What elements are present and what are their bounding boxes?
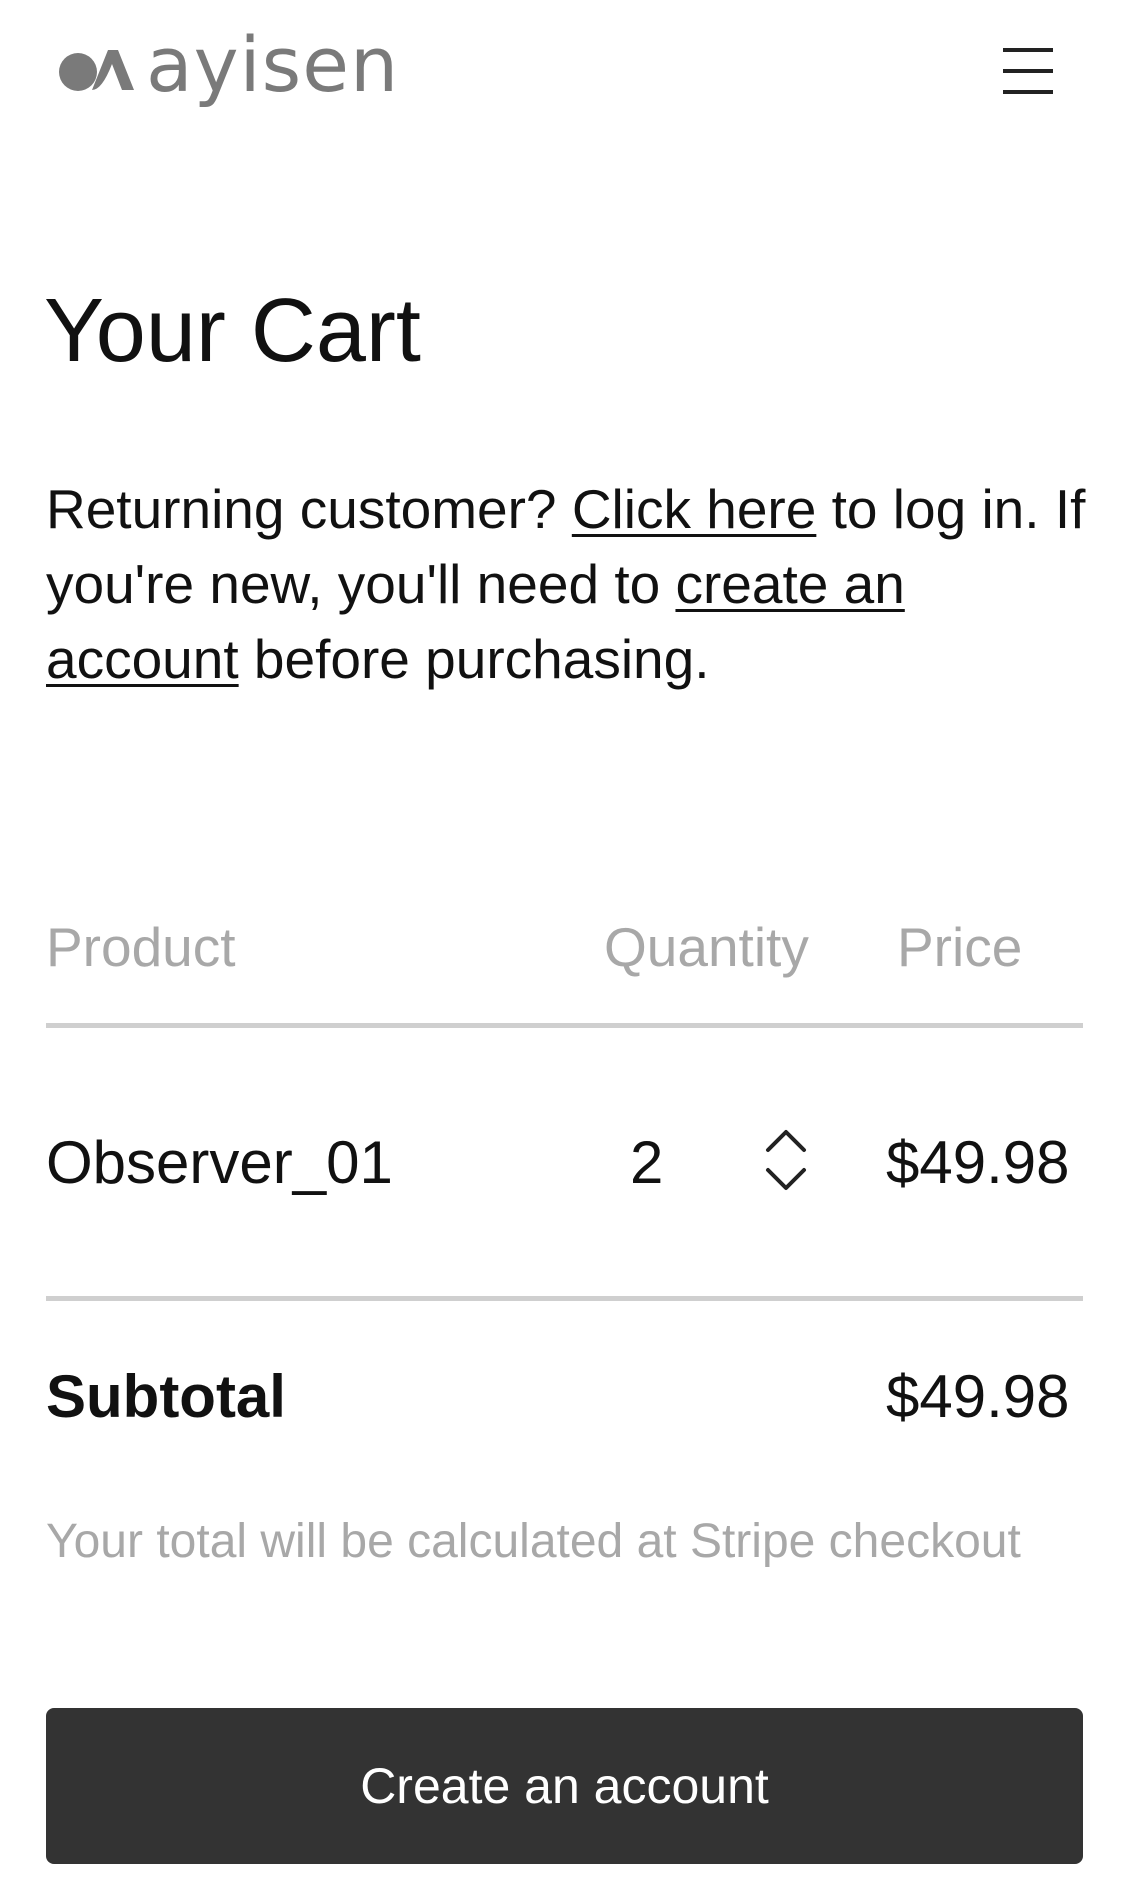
create-account-button[interactable]: Create an account [46,1708,1083,1864]
table-row-divider [46,1296,1083,1301]
intro-text: Returning customer? Click here to log in… [46,472,1086,697]
product-price: $49.98 [886,1129,1070,1196]
ayisen-logo-mark-icon [59,50,134,91]
product-name: Observer_01 [46,1129,393,1196]
table-header-divider [46,1023,1083,1028]
quantity-value: 2 [630,1129,664,1196]
chevron-down-icon [766,1168,806,1190]
subtotal-label: Subtotal [46,1363,286,1430]
chevron-up-icon [766,1130,806,1152]
site-header: ayisen [0,0,1125,150]
cart-page: ayisen Your Cart Returning customer? Cli… [0,0,1125,1877]
hamburger-menu-icon [1003,48,1053,52]
intro-text-after: before purchasing. [238,628,710,690]
subtotal-value: $49.98 [886,1363,1070,1430]
page-title: Your Cart [44,281,421,381]
checkout-note: Your total will be calculated at Stripe … [46,1515,1021,1568]
column-header-quantity: Quantity [604,916,809,978]
column-header-product: Product [46,916,236,978]
column-header-price: Price [897,916,1023,978]
intro-text-before: Returning customer? [46,478,572,540]
quantity-decrease-button[interactable] [760,1162,812,1198]
menu-button[interactable] [995,46,1055,94]
logo-text: ayisen [146,20,400,109]
quantity-stepper[interactable] [760,1122,812,1198]
quantity-increase-button[interactable] [760,1122,812,1158]
logo-link[interactable]: ayisen [58,24,399,114]
login-link[interactable]: Click here [572,478,817,540]
